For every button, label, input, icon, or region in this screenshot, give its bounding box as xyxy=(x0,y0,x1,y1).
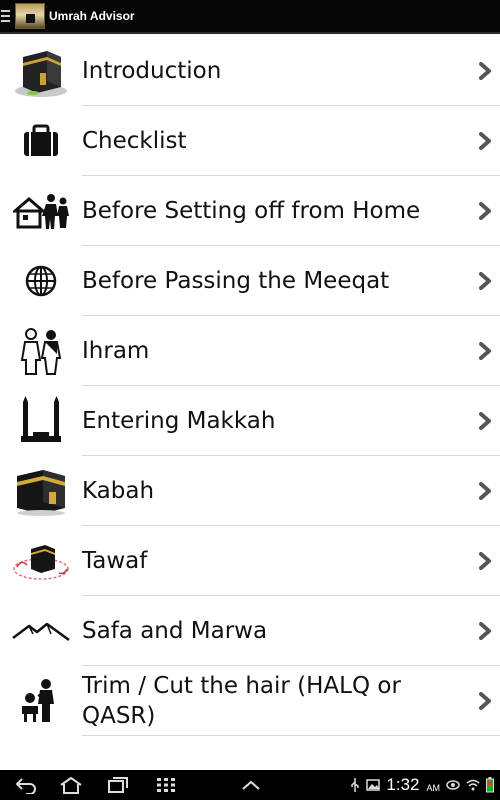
mosque-icon xyxy=(8,391,74,451)
chevron-right-icon xyxy=(479,552,491,570)
chevron-right-icon xyxy=(479,202,491,220)
globe-icon xyxy=(8,251,74,311)
pilgrims-icon xyxy=(8,321,74,381)
chevron-right-icon xyxy=(479,482,491,500)
tawaf-icon xyxy=(8,531,74,591)
app-logo-icon[interactable] xyxy=(15,3,45,29)
wifi-icon xyxy=(466,779,480,791)
menu-item-label: Safa and Marwa xyxy=(82,618,268,644)
chevron-right-icon xyxy=(479,272,491,290)
menu-item-tawaf[interactable]: Tawaf xyxy=(0,526,500,596)
app-title: Umrah Advisor xyxy=(49,9,135,23)
chevron-right-icon xyxy=(479,342,491,360)
chevron-right-icon xyxy=(479,692,491,710)
menu-item-safa-marwa[interactable]: Safa and Marwa xyxy=(0,596,500,666)
menu-item-label: Checklist xyxy=(82,128,187,154)
menu-item-label: Introduction xyxy=(82,58,222,84)
menu-item-label: Entering Makkah xyxy=(82,408,276,434)
menu-item-before-passing-meeqat[interactable]: Before Passing the Meeqat xyxy=(0,246,500,316)
menu-item-label: Tawaf xyxy=(82,548,148,574)
menu-item-introduction[interactable]: Introduction xyxy=(0,36,500,106)
chevron-up-icon[interactable] xyxy=(240,775,262,795)
menu-item-label: Kabah xyxy=(82,478,155,504)
divider xyxy=(82,735,500,736)
status-area: 1:32 AM xyxy=(350,770,494,800)
system-bar: 1:32 AM xyxy=(0,770,500,800)
chevron-right-icon xyxy=(479,132,491,150)
menu-item-entering-makkah[interactable]: Entering Makkah xyxy=(0,386,500,456)
barber-icon xyxy=(8,671,74,731)
menu-list: Introduction Checklist Before Setting of… xyxy=(0,36,500,736)
menu-item-label: Trim / Cut the hair (HALQ or QASR) xyxy=(82,673,401,729)
home-icon[interactable] xyxy=(58,775,84,795)
chevron-right-icon xyxy=(479,62,491,80)
mountains-icon xyxy=(8,601,74,661)
briefcase-icon xyxy=(8,111,74,171)
menu-icon[interactable] xyxy=(1,0,13,33)
image-icon xyxy=(366,779,381,791)
clock-ampm: AM xyxy=(426,783,441,793)
menu-item-before-setting-off[interactable]: Before Setting off from Home xyxy=(0,176,500,246)
kaaba-icon xyxy=(8,41,74,101)
family-home-icon xyxy=(8,181,74,241)
menu-item-trim-hair[interactable]: Trim / Cut the hair (HALQ or QASR) xyxy=(0,666,500,736)
kaaba-icon xyxy=(8,461,74,521)
menu-item-kabah[interactable]: Kabah xyxy=(0,456,500,526)
menu-item-label: Before Passing the Meeqat xyxy=(82,268,390,294)
chevron-right-icon xyxy=(479,622,491,640)
eye-icon xyxy=(446,780,460,790)
menu-item-checklist[interactable]: Checklist xyxy=(0,106,500,176)
back-icon[interactable] xyxy=(14,775,38,795)
apps-grid-icon[interactable] xyxy=(156,775,176,795)
menu-item-label: Before Setting off from Home xyxy=(82,198,421,224)
clock-time: 1:32 xyxy=(386,775,420,794)
chevron-right-icon xyxy=(479,412,491,430)
action-bar: Umrah Advisor xyxy=(0,0,500,34)
usb-icon xyxy=(351,778,360,792)
menu-item-label: Ihram xyxy=(82,338,150,364)
battery-icon xyxy=(486,777,494,793)
menu-item-ihram[interactable]: Ihram xyxy=(0,316,500,386)
recent-apps-icon[interactable] xyxy=(106,775,130,795)
